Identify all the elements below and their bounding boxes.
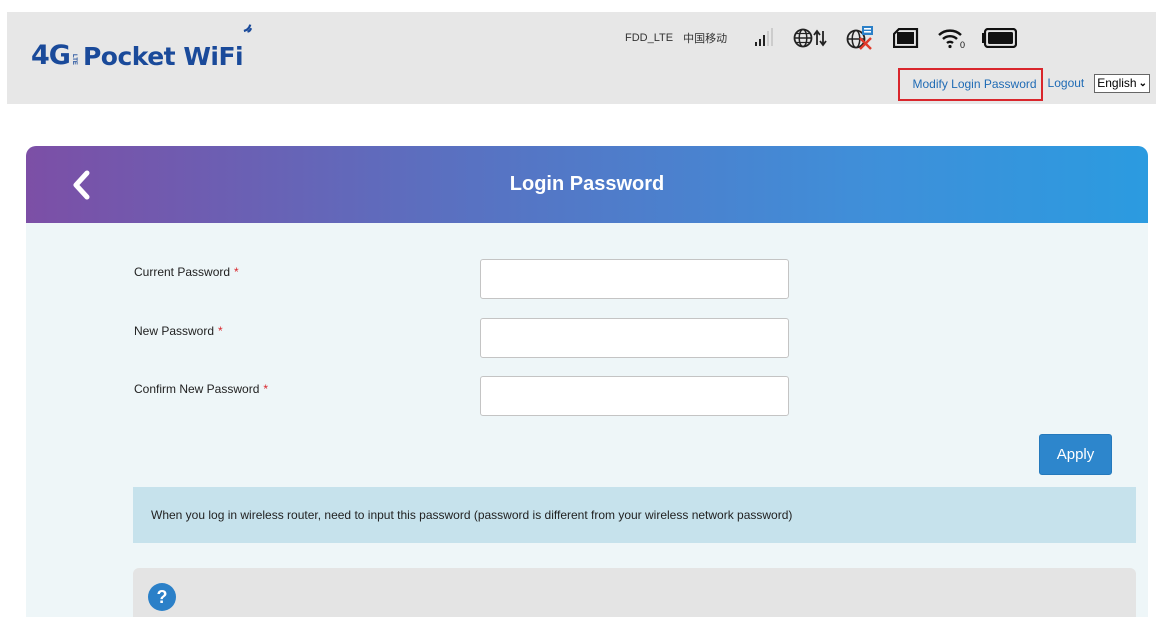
required-mark: * [218, 324, 223, 338]
card-header: Login Password [26, 146, 1148, 223]
chevron-down-icon: ⌄ [1138, 77, 1147, 89]
required-mark: * [263, 382, 269, 396]
logo-lte: LTE [70, 54, 77, 65]
login-password-card: Login Password Current Password * New Pas… [26, 146, 1148, 617]
logo-wifi-icon [243, 24, 253, 33]
new-password-input[interactable] [480, 318, 789, 358]
sim-card-icon [893, 28, 919, 48]
modify-login-password-link[interactable]: Modify Login Password [898, 67, 1043, 101]
confirm-password-input[interactable] [480, 376, 789, 416]
globe-data-icon [793, 28, 827, 48]
logout-link[interactable]: Logout [1048, 76, 1085, 90]
help-icon[interactable]: ? [148, 583, 176, 611]
language-selected-value: English [1097, 76, 1137, 90]
top-header: 4G LTE Pocket WiFi FDD_LTE 中国移动 0 Modify… [7, 12, 1156, 104]
apply-button[interactable]: Apply [1039, 434, 1112, 475]
confirm-password-label: Confirm New Password * [134, 382, 269, 396]
current-password-label: Current Password * [134, 265, 239, 279]
carrier-name: 中国移动 [683, 32, 728, 45]
header-links: Modify Login Password Logout English ⌄ [898, 67, 1150, 101]
new-password-label: New Password * [134, 324, 223, 338]
brand-logo: 4G LTE Pocket WiFi [31, 24, 253, 71]
globe-disconnected-icon [846, 26, 874, 50]
network-type: FDD_LTE [625, 32, 674, 44]
info-message: When you log in wireless router, need to… [133, 487, 1136, 543]
status-bar: FDD_LTE 中国移动 0 [625, 26, 1018, 50]
required-mark: * [234, 265, 239, 279]
wifi-clients-count: 0 [960, 40, 965, 49]
current-password-input[interactable] [480, 259, 789, 299]
logo-4g: 4G [31, 40, 71, 71]
battery-icon [982, 28, 1018, 48]
wifi-icon: 0 [938, 29, 965, 49]
logo-text: Pocket WiFi [82, 42, 244, 71]
page-title: Login Password [509, 173, 665, 195]
signal-strength-icon [755, 28, 774, 46]
help-panel: ? [133, 568, 1136, 617]
language-select[interactable]: English ⌄ [1094, 73, 1150, 93]
